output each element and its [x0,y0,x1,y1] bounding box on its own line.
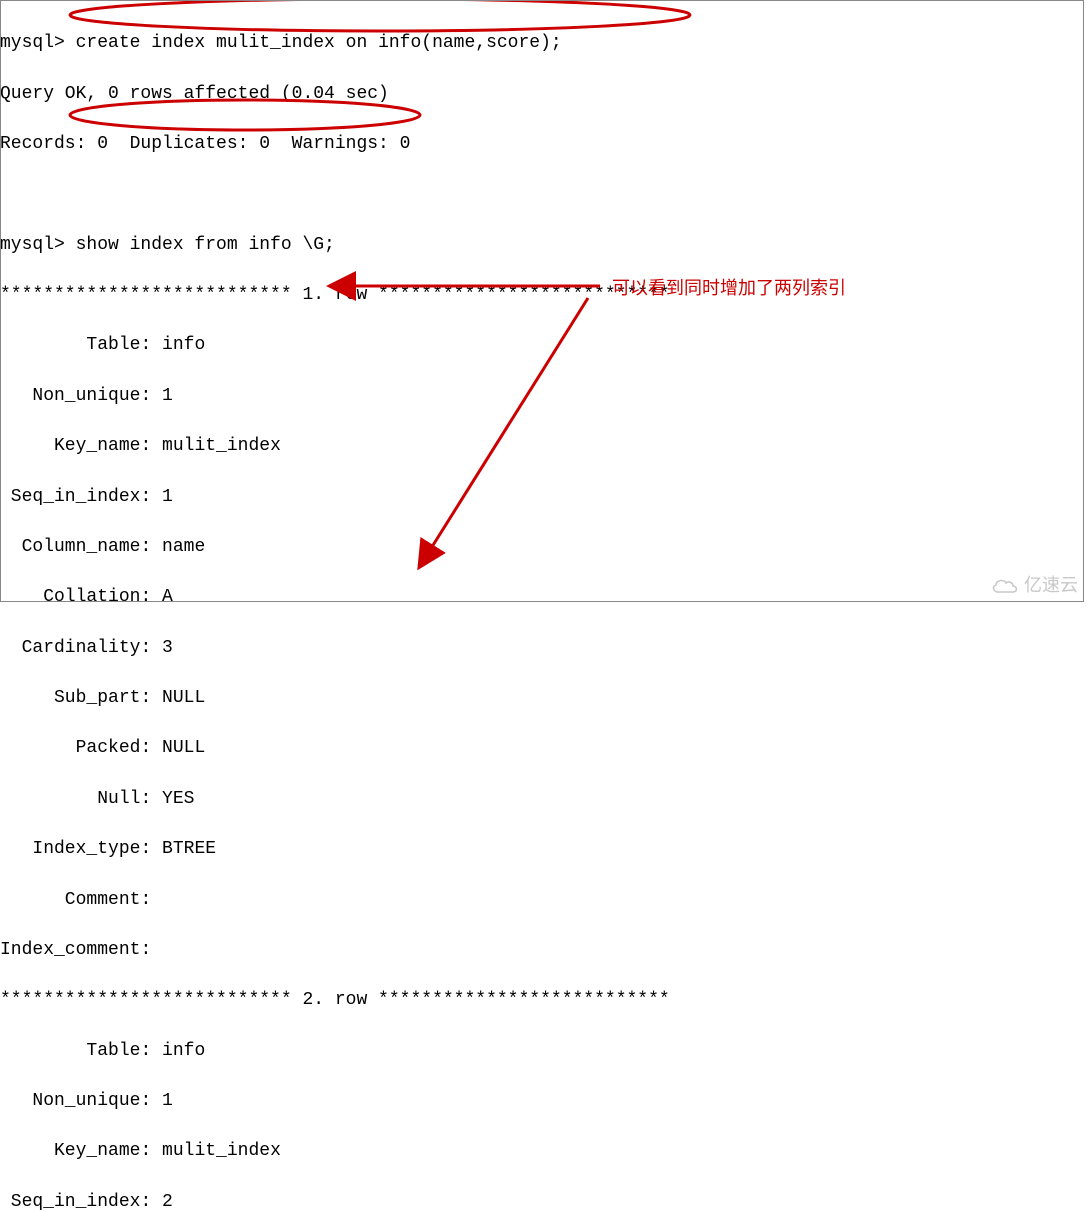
watermark-text: 亿速云 [1024,573,1078,598]
query-ok-line: Query OK, 0 rows affected (0.04 sec) [0,82,1088,107]
annotation-text: 可以看到同时增加了两列索引 [612,276,846,301]
row1-key-name: mulit_index [162,436,281,456]
row1-non-unique: 1 [162,386,173,406]
row1-null: YES [162,789,194,809]
row2-table: info [162,1041,205,1061]
row1-index-type: BTREE [162,839,216,859]
row1-cardinality: 3 [162,638,173,658]
mysql-prompt[interactable]: mysql> [0,235,65,255]
row2-non-unique: 1 [162,1091,173,1111]
mysql-prompt[interactable]: mysql> [0,33,65,53]
row1-packed: NULL [162,738,205,758]
watermark: 亿速云 [990,573,1078,598]
row1-collation: A [162,587,173,607]
cloud-icon [990,576,1018,594]
row2-seq: 2 [162,1192,173,1212]
terminal-output: mysql> create index mulit_index on info(… [0,0,1088,1212]
row1-table: info [162,335,205,355]
row2-key-name: mulit_index [162,1141,281,1161]
row1-subpart: NULL [162,688,205,708]
row-separator-2: *************************** 2. row *****… [0,988,1088,1013]
sql-show-index: show index from info \G; [65,235,335,255]
row1-seq: 1 [162,487,173,507]
records-line: Records: 0 Duplicates: 0 Warnings: 0 [0,132,1088,157]
row-separator-1: *************************** 1. row *****… [0,283,1088,308]
sql-create-index: create index mulit_index on info(name,sc… [65,33,562,53]
row1-column: name [162,537,205,557]
